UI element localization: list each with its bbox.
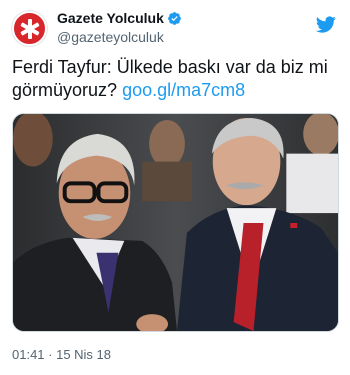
twitter-bird-icon[interactable] <box>316 14 336 34</box>
star-logo-icon <box>20 18 39 39</box>
display-name[interactable]: Gazete Yolculuk <box>57 10 164 26</box>
verified-badge-icon <box>167 11 182 26</box>
tweet-photo[interactable] <box>12 113 339 332</box>
avatar[interactable] <box>12 11 47 46</box>
tweet-link[interactable]: goo.gl/ma7cm8 <box>122 80 245 100</box>
display-name-row: Gazete Yolculuk <box>57 10 182 26</box>
tweet-timestamp[interactable]: 01:41 · 15 Nis 18 <box>12 347 111 362</box>
photo-two-men-icon <box>13 114 338 331</box>
tweet-text: Ferdi Tayfur: Ülkede baskı var da biz mi… <box>12 56 338 102</box>
tweet-card: Gazete Yolculuk @gazeteyolculuk Ferdi Ta… <box>0 0 350 375</box>
handle[interactable]: @gazeteyolculuk <box>57 29 164 45</box>
